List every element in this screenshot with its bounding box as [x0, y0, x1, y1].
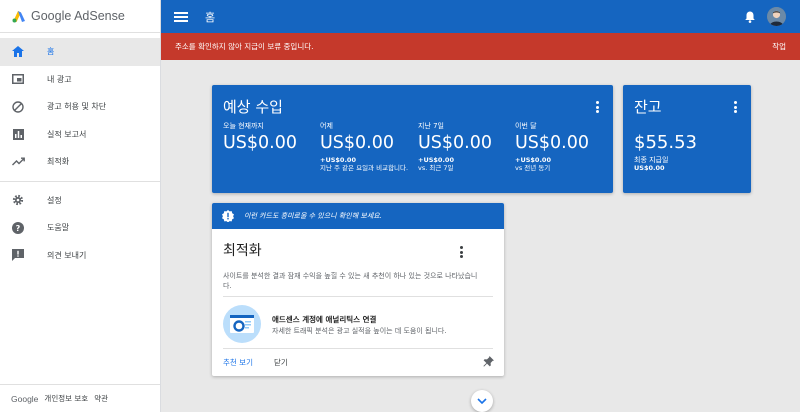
earnings-value: US$0.00 — [223, 133, 298, 153]
analytics-link-icon — [223, 305, 261, 343]
suggestion-banner-text: 이런 카드도 흥미로울 수 있으니 확인해 보세요. — [244, 212, 382, 220]
earnings-delta: +US$0.00 — [320, 156, 356, 164]
balance-title: 잔고 — [634, 98, 662, 116]
sidebar-footer: Google 개인정보 보호 약관 — [0, 384, 160, 412]
block-icon — [11, 100, 25, 114]
earnings-yesterday: 어제 US$0.00 +US$0.00 지난 주 같은 요일과 비교합니다. — [320, 121, 418, 172]
earnings-delta: +US$0.00 — [418, 156, 454, 164]
adsense-logo-icon — [12, 11, 25, 23]
home-icon — [11, 45, 25, 59]
sidebar-item-label: 내 광고 — [47, 74, 72, 84]
sidebar-item-home[interactable]: 홈 — [0, 38, 160, 66]
sidebar-item-reports[interactable]: 실적 보고서 — [0, 121, 160, 149]
balance-more-icon[interactable] — [734, 101, 737, 113]
payment-hold-alert: 주소를 확인하지 않아 지급이 보류 중입니다. 작업 — [161, 33, 800, 60]
earnings-this-month: 이번 달 US$0.00 +US$0.00 vs 전년 동기 — [515, 121, 613, 172]
expand-more-button[interactable] — [471, 390, 493, 412]
earnings-today: 오늘 현재까지 US$0.00 — [223, 121, 321, 153]
sidebar-item-label: 홈 — [47, 47, 55, 57]
chevron-down-icon — [477, 398, 487, 404]
balance-value: $55.53 — [634, 132, 697, 153]
trending-up-icon — [11, 155, 25, 169]
earnings-compare: 지난 주 같은 요일과 비교합니다. — [320, 164, 409, 172]
card-actions: 추천 보기 닫기 — [212, 348, 504, 376]
optimization-card: 이런 카드도 흥미로울 수 있으니 확인해 보세요. 최적화 사이트를 분석한 … — [212, 203, 504, 376]
balance-last-payment: US$0.00 — [634, 164, 665, 172]
earnings-label: 지난 7일 — [418, 122, 444, 130]
ads-icon — [11, 72, 25, 86]
earnings-value: US$0.00 — [320, 133, 395, 153]
earnings-more-icon[interactable] — [596, 101, 599, 113]
feedback-icon — [11, 248, 25, 262]
estimated-earnings-card: 예상 수입 오늘 현재까지 US$0.00 어제 US$0.00 +US$0.0… — [212, 85, 613, 193]
gear-icon — [11, 193, 25, 207]
privacy-link[interactable]: 개인정보 보호 — [44, 393, 88, 404]
earnings-last-7-days: 지난 7일 US$0.00 +US$0.00 vs. 최근 7일 — [418, 121, 516, 172]
notification-bell-icon[interactable] — [745, 11, 755, 23]
sidebar-item-my-ads[interactable]: 내 광고 — [0, 66, 160, 94]
pin-icon[interactable] — [483, 356, 494, 367]
view-recommendation-button[interactable]: 추천 보기 — [223, 357, 253, 368]
earnings-compare: vs 전년 동기 — [515, 164, 551, 172]
logo[interactable]: Google AdSense — [0, 0, 160, 33]
earnings-value: US$0.00 — [418, 133, 493, 153]
optimization-description: 사이트를 분석한 결과 잠재 수익을 높힐 수 있는 새 추천이 하나 있는 것… — [223, 272, 478, 290]
alert-message: 주소를 확인하지 않아 지급이 보류 중입니다. — [175, 42, 314, 51]
sidebar-item-label: 설정 — [47, 195, 62, 205]
sidebar: Google AdSense 홈 내 광고 광고 허용 및 차단 실적 보고서 — [0, 0, 161, 412]
earnings-delta: +US$0.00 — [515, 156, 551, 164]
google-footer-logo[interactable]: Google — [11, 394, 38, 404]
earnings-title: 예상 수입 — [223, 98, 283, 116]
alert-badge-icon — [222, 210, 234, 222]
page-title: 홈 — [205, 10, 216, 24]
divider — [223, 296, 493, 297]
nav-divider — [0, 180, 160, 182]
earnings-label: 이번 달 — [515, 122, 537, 130]
svg-text:?: ? — [16, 224, 21, 233]
sidebar-item-label: 광고 허용 및 차단 — [47, 102, 107, 112]
earnings-compare: vs. 최근 7일 — [418, 164, 454, 172]
terms-link[interactable]: 약관 — [94, 393, 108, 404]
logo-text: Google AdSense — [31, 9, 125, 23]
earnings-label: 오늘 현재까지 — [223, 122, 264, 130]
dismiss-button[interactable]: 닫기 — [274, 357, 288, 368]
alert-action-button[interactable]: 작업 — [772, 41, 786, 52]
recommendation-description: 자세한 트래픽 분석은 광고 실적을 높이는 데 도움이 됩니다. — [272, 327, 447, 335]
optimization-title: 최적화 — [223, 243, 262, 259]
sidebar-item-label: 실적 보고서 — [47, 129, 87, 139]
sidebar-item-label: 최적화 — [47, 157, 70, 167]
sidebar-item-label: 의견 보내기 — [47, 250, 87, 260]
sidebar-item-settings[interactable]: 설정 — [0, 187, 160, 215]
sidebar-item-optimization[interactable]: 최적화 — [0, 148, 160, 176]
help-icon: ? — [11, 221, 25, 235]
bar-chart-icon — [11, 127, 25, 141]
avatar[interactable] — [767, 7, 786, 26]
top-app-bar: 홈 — [161, 0, 800, 33]
earnings-label: 어제 — [320, 122, 333, 130]
menu-icon[interactable] — [174, 11, 188, 22]
sidebar-item-label: 도움말 — [47, 223, 70, 233]
sidebar-item-allow-block[interactable]: 광고 허용 및 차단 — [0, 93, 160, 121]
recommendation-title: 애드센스 계정에 애널리틱스 연결 — [272, 315, 377, 324]
optimization-more-icon[interactable] — [460, 246, 463, 258]
suggestion-banner: 이런 카드도 흥미로울 수 있으니 확인해 보세요. — [212, 203, 504, 229]
sidebar-item-help[interactable]: ? 도움말 — [0, 214, 160, 242]
sidebar-nav: 홈 내 광고 광고 허용 및 차단 실적 보고서 최적화 설정 ? 도움말 의견… — [0, 33, 160, 269]
balance-card: 잔고 $55.53 최종 지급일 US$0.00 — [623, 85, 751, 193]
earnings-value: US$0.00 — [515, 133, 590, 153]
sidebar-item-feedback[interactable]: 의견 보내기 — [0, 242, 160, 270]
